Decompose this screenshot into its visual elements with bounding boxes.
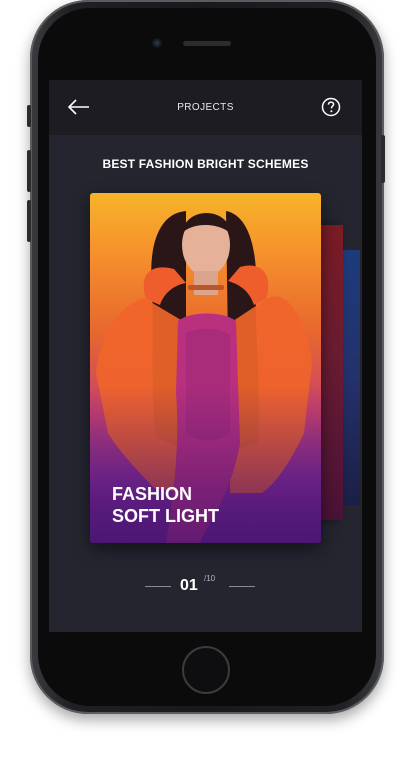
earpiece-speaker bbox=[183, 41, 231, 46]
pager-current: 01 bbox=[180, 577, 198, 594]
home-button[interactable] bbox=[182, 646, 230, 694]
page-title: PROJECTS bbox=[177, 102, 234, 113]
volume-down-button bbox=[27, 200, 31, 242]
top-bar: PROJECTS bbox=[49, 80, 362, 135]
pager-next-line[interactable] bbox=[229, 586, 255, 587]
pager-total: /10 bbox=[204, 574, 216, 583]
project-card[interactable]: FASHION SOFT LIGHT bbox=[90, 193, 321, 543]
front-camera bbox=[152, 38, 162, 48]
card-label-line1: FASHION bbox=[112, 484, 193, 504]
section-title: BEST FASHION BRIGHT SCHEMES bbox=[102, 157, 309, 171]
pagination: 01 /10 bbox=[49, 574, 362, 596]
question-circle-icon[interactable] bbox=[321, 97, 341, 117]
mute-switch bbox=[27, 105, 31, 127]
card-label-line2: SOFT LIGHT bbox=[112, 506, 219, 526]
app-screen: PROJECTS BEST FASHION BRIGHT SCHEMES FAS… bbox=[49, 80, 362, 632]
card-label: FASHION SOFT LIGHT bbox=[112, 483, 219, 527]
power-button bbox=[381, 135, 385, 183]
volume-up-button bbox=[27, 150, 31, 192]
pager-prev-line[interactable] bbox=[145, 586, 171, 587]
